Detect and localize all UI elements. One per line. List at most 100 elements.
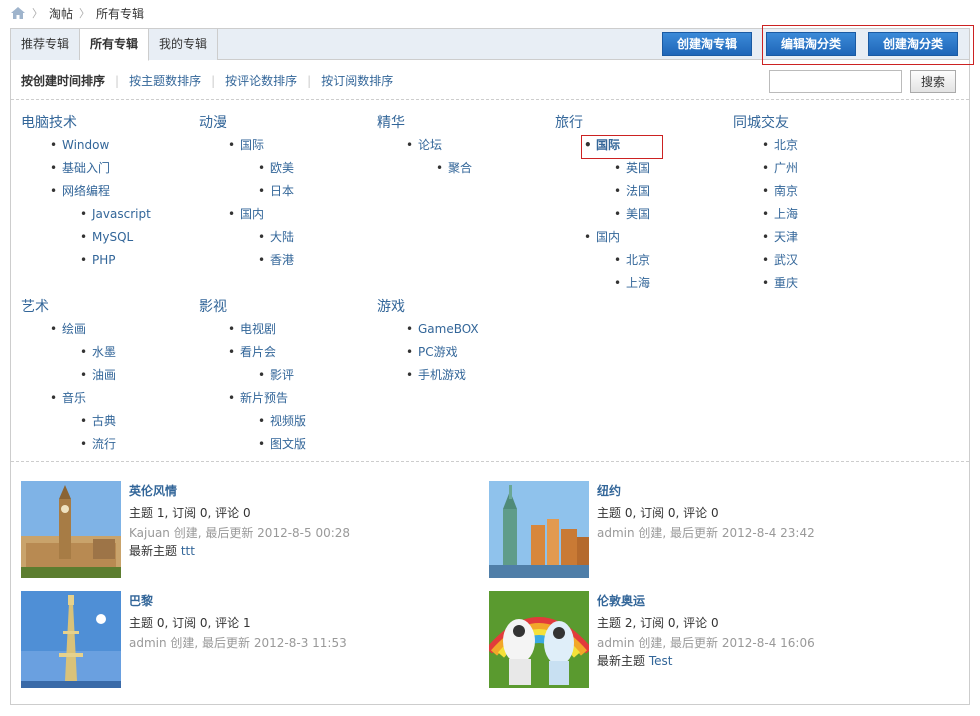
bullet-icon: •	[258, 437, 266, 451]
category-item[interactable]: • 武汉	[733, 249, 903, 272]
home-icon[interactable]	[10, 6, 26, 20]
album-title[interactable]: 纽约	[597, 481, 815, 501]
album-thumbnail-london[interactable]	[21, 481, 121, 578]
category-item[interactable]: • PC游戏	[377, 341, 547, 364]
category-item[interactable]: • 日本	[199, 180, 369, 203]
breadcrumb-item-taotie[interactable]: 淘帖	[49, 5, 73, 22]
create-album-button[interactable]: 创建淘专辑	[662, 32, 753, 56]
album-stats: 主题 2, 订阅 0, 评论 0	[597, 616, 719, 630]
category-title[interactable]: 同城交友	[733, 112, 903, 134]
album-thumbnail-new-york[interactable]	[489, 481, 589, 578]
category-item[interactable]: • 国际	[199, 134, 369, 157]
category-item[interactable]: • Javascript	[21, 203, 191, 226]
category-item[interactable]: • 广州	[733, 157, 903, 180]
tab-my-albums[interactable]: 我的专辑	[149, 29, 219, 60]
bullet-icon: •	[762, 276, 770, 290]
category-item[interactable]: • MySQL	[21, 226, 191, 249]
category-column: 同城交友 • 北京 • 广州 • 南京 • 上海 • 天津 • 武汉 • 重庆	[733, 112, 903, 295]
category-item[interactable]: • 天津	[733, 226, 903, 249]
category-column: 影视 • 电视剧 • 看片会 • 影评 • 新片预告 • 视频版 • 图文版	[199, 296, 369, 456]
bullet-icon: •	[80, 437, 88, 451]
album-thumbnail-paris[interactable]	[21, 591, 121, 688]
album-title[interactable]: 巴黎	[129, 591, 347, 611]
album-meta: admin 创建, 最后更新 2012-8-4 23:42	[597, 526, 815, 540]
category-item[interactable]: • 欧美	[199, 157, 369, 180]
category-item[interactable]: • 基础入门	[21, 157, 191, 180]
sort-bar: 按创建时间排序 | 按主题数排序 | 按评论数排序 | 按订阅数排序 搜索	[11, 60, 969, 100]
category-item[interactable]: • 看片会	[199, 341, 369, 364]
category-item[interactable]: • 网络编程	[21, 180, 191, 203]
album-latest-topic: 最新主题 Test	[597, 654, 673, 668]
latest-topic-link[interactable]: ttt	[181, 544, 195, 558]
bullet-icon: •	[406, 368, 414, 382]
category-item[interactable]: • 手机游戏	[377, 364, 547, 387]
category-item[interactable]: • 南京	[733, 180, 903, 203]
category-item[interactable]: • 北京	[733, 134, 903, 157]
divider: |	[115, 73, 120, 88]
bullet-icon: •	[50, 391, 58, 405]
category-item[interactable]: • 美国	[555, 203, 725, 226]
category-title[interactable]: 游戏	[377, 296, 547, 318]
category-title[interactable]: 精华	[377, 112, 547, 134]
category-title[interactable]: 艺术	[21, 296, 191, 318]
album-title[interactable]: 伦敦奥运	[597, 591, 815, 611]
album-card: 巴黎 主题 0, 订阅 0, 评论 1 admin 创建, 最后更新 2012-…	[21, 591, 421, 688]
category-item[interactable]: • 上海	[555, 272, 725, 295]
bullet-icon: •	[406, 322, 414, 336]
album-meta: admin 创建, 最后更新 2012-8-4 16:06	[597, 636, 815, 650]
bullet-icon: •	[762, 184, 770, 198]
bullet-icon: •	[80, 345, 88, 359]
category-column: 动漫 • 国际 • 欧美 • 日本 • 国内 • 大陆 • 香港	[199, 112, 369, 272]
category-item[interactable]: • 英国	[555, 157, 725, 180]
category-item[interactable]: • 图文版	[199, 433, 369, 456]
sort-by-topics[interactable]: 按主题数排序	[129, 72, 201, 89]
bullet-icon: •	[80, 368, 88, 382]
category-title[interactable]: 影视	[199, 296, 369, 318]
bullet-icon: •	[584, 230, 592, 244]
bullet-icon: •	[50, 322, 58, 336]
latest-topic-link[interactable]: Test	[649, 654, 673, 668]
category-item[interactable]: • 流行	[21, 433, 191, 456]
sort-by-subscriptions[interactable]: 按订阅数排序	[321, 72, 393, 89]
category-item[interactable]: • 音乐	[21, 387, 191, 410]
bullet-icon: •	[762, 138, 770, 152]
category-item[interactable]: • PHP	[21, 249, 191, 272]
category-title[interactable]: 电脑技术	[21, 112, 191, 134]
category-item[interactable]: • 影评	[199, 364, 369, 387]
category-item[interactable]: • Window	[21, 134, 191, 157]
category-item[interactable]: • 上海	[733, 203, 903, 226]
sort-by-created[interactable]: 按创建时间排序	[21, 72, 105, 89]
category-item[interactable]: • 国内	[199, 203, 369, 226]
category-item[interactable]: • 香港	[199, 249, 369, 272]
category-item[interactable]: • 视频版	[199, 410, 369, 433]
category-item[interactable]: • 水墨	[21, 341, 191, 364]
search-button[interactable]: 搜索	[910, 70, 956, 93]
category-item[interactable]: • 法国	[555, 180, 725, 203]
album-thumbnail-olympics[interactable]	[489, 591, 589, 688]
category-item[interactable]: • 国内	[555, 226, 725, 249]
sort-by-comments[interactable]: 按评论数排序	[225, 72, 297, 89]
search-input[interactable]	[769, 70, 902, 93]
album-card: 纽约 主题 0, 订阅 0, 评论 0 admin 创建, 最后更新 2012-…	[489, 481, 889, 578]
main-panel: 推荐专辑 所有专辑 我的专辑 创建淘专辑 编辑淘分类 创建淘分类 按创建时间排序…	[10, 25, 974, 705]
tab-recommended[interactable]: 推荐专辑	[11, 29, 81, 60]
category-item[interactable]: • 北京	[555, 249, 725, 272]
divider: |	[307, 73, 312, 88]
album-stats: 主题 0, 订阅 0, 评论 0	[597, 506, 719, 520]
tab-all-albums[interactable]: 所有专辑	[80, 29, 150, 61]
category-title[interactable]: 动漫	[199, 112, 369, 134]
category-item[interactable]: • 绘画	[21, 318, 191, 341]
category-item[interactable]: • GameBOX	[377, 318, 547, 341]
category-title[interactable]: 旅行	[555, 112, 725, 134]
category-item[interactable]: • 论坛	[377, 134, 547, 157]
category-item[interactable]: • 电视剧	[199, 318, 369, 341]
bullet-icon: •	[258, 368, 266, 382]
category-item[interactable]: • 聚合	[377, 157, 547, 180]
category-item[interactable]: • 大陆	[199, 226, 369, 249]
category-item[interactable]: • 重庆	[733, 272, 903, 295]
category-item[interactable]: • 油画	[21, 364, 191, 387]
category-item[interactable]: • 新片预告	[199, 387, 369, 410]
bullet-icon: •	[762, 161, 770, 175]
album-title[interactable]: 英伦风情	[129, 481, 350, 501]
category-item[interactable]: • 古典	[21, 410, 191, 433]
